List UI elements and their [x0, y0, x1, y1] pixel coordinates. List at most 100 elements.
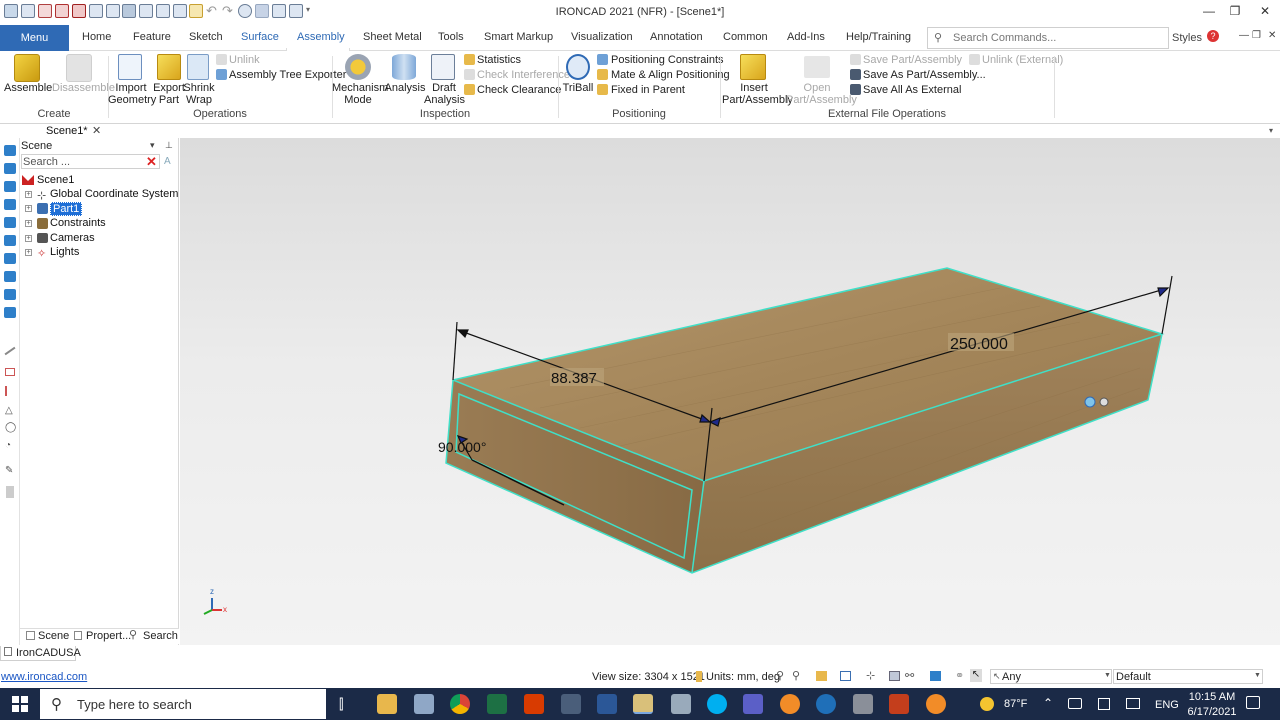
display-icon[interactable]: [1126, 698, 1140, 709]
office-icon[interactable]: [524, 694, 544, 714]
tab-smart-markup[interactable]: Smart Markup: [484, 31, 553, 43]
mechanism-mode-button[interactable]: Mechanism Mode: [332, 82, 388, 106]
selection-filter-dropdown[interactable]: ↖ Any ▼: [990, 669, 1112, 684]
dimension-length-text[interactable]: 250.000: [950, 336, 1008, 353]
word-icon[interactable]: [597, 694, 617, 714]
cursor-mode-icon[interactable]: ↖: [970, 669, 982, 682]
render-mode-icon[interactable]: [840, 671, 851, 681]
tab-home[interactable]: Home: [82, 31, 111, 43]
check-clearance-button[interactable]: Check Clearance: [477, 84, 561, 96]
anchor-handle-icon[interactable]: [1099, 397, 1109, 407]
powerpoint-icon[interactable]: [889, 694, 909, 714]
save-all-as-external-button[interactable]: Save All As External: [863, 84, 961, 96]
mdi-restore-icon[interactable]: ❐: [1252, 30, 1261, 41]
app-orange-2-icon[interactable]: [926, 694, 946, 714]
view-top-icon[interactable]: [4, 217, 16, 228]
network-icon[interactable]: [1098, 698, 1110, 710]
style-dropdown[interactable]: Default ▼: [1113, 669, 1263, 684]
unlink-button[interactable]: Unlink: [229, 54, 260, 66]
app-orange-icon[interactable]: [780, 694, 800, 714]
zoom-icon[interactable]: ⚲: [776, 669, 784, 682]
view-trimetric-icon[interactable]: [4, 289, 16, 300]
file-explorer-icon[interactable]: [377, 694, 397, 714]
triangle-tool-icon[interactable]: △: [5, 405, 13, 416]
insert-part-assembly-button[interactable]: Insert Part/Assembly: [722, 82, 793, 106]
disassemble-button[interactable]: Disassemble: [52, 82, 115, 94]
scene-search-input[interactable]: Search ...: [21, 154, 160, 169]
select-filter-icon[interactable]: [889, 671, 900, 681]
doc-tab-close-icon[interactable]: ✕: [92, 124, 101, 137]
bottom-tab-scene[interactable]: Scene: [38, 630, 69, 642]
triball-button[interactable]: TriBall: [560, 82, 596, 94]
circle-tool-icon[interactable]: ◯: [5, 422, 16, 433]
excel-icon[interactable]: [487, 694, 507, 714]
pen-app-icon[interactable]: [414, 694, 434, 714]
tab-assembly[interactable]: Assembly: [297, 31, 345, 43]
pan-icon[interactable]: [816, 671, 827, 681]
visibility-icon[interactable]: ⚯: [905, 669, 914, 682]
chrome-icon[interactable]: [450, 694, 470, 714]
doc-tab-scene1[interactable]: Scene1*: [46, 125, 88, 137]
check-interference-button[interactable]: Check Interference: [477, 69, 570, 81]
company-tab[interactable]: IronCADUSA: [0, 646, 81, 661]
device-icon[interactable]: [1068, 698, 1082, 709]
tree-item-lights[interactable]: Lights: [50, 246, 79, 258]
tab-visualization[interactable]: Visualization: [571, 31, 633, 43]
weather-icon[interactable]: [980, 697, 994, 711]
pen-tool-icon[interactable]: ✎: [5, 465, 13, 476]
expand-toggle[interactable]: +: [25, 249, 32, 256]
view-bottom-icon[interactable]: [4, 235, 16, 246]
export-part-button[interactable]: Export Part: [152, 82, 186, 106]
rect-tool-icon[interactable]: [5, 368, 15, 376]
pin-icon[interactable]: ⊥: [165, 140, 173, 151]
fixed-in-parent-button[interactable]: Fixed in Parent: [611, 84, 685, 96]
tree-item-cameras[interactable]: Cameras: [50, 232, 95, 244]
tab-sheet-metal[interactable]: Sheet Metal: [363, 31, 422, 43]
scene-panel-dropdown-icon[interactable]: ▾: [150, 140, 155, 151]
unlink-external-button[interactable]: Unlink (External): [982, 54, 1063, 66]
view-front-icon[interactable]: [4, 145, 16, 156]
3d-viewport[interactable]: 250.000 88.387 90.000° z x: [180, 138, 1280, 645]
tree-item-constraints[interactable]: Constraints: [50, 217, 106, 229]
tray-chevron-icon[interactable]: ⌃: [1043, 696, 1053, 710]
scene-canvas[interactable]: 250.000 88.387 90.000° z x: [180, 138, 1280, 645]
view-custom-icon[interactable]: [4, 307, 16, 318]
close-icon[interactable]: ✕: [1256, 3, 1274, 19]
website-link[interactable]: www.ironcad.com: [1, 671, 87, 683]
tab-annotation[interactable]: Annotation: [650, 31, 703, 43]
units-readout[interactable]: Units: mm, deg: [706, 671, 780, 683]
clear-search-icon[interactable]: ✕: [146, 155, 158, 168]
view-back-icon[interactable]: [4, 163, 16, 174]
zoom-window-icon[interactable]: ⚲: [792, 669, 800, 682]
draft-analysis-button[interactable]: Draft Analysis: [424, 82, 465, 106]
notifications-icon[interactable]: [1246, 696, 1260, 709]
tab-sketch[interactable]: Sketch: [189, 31, 223, 43]
arc-tool-icon[interactable]: ◔: [5, 440, 11, 451]
shrink-wrap-button[interactable]: Shrink Wrap: [182, 82, 216, 106]
tree-item-part1[interactable]: Part1: [50, 202, 83, 216]
ironcad-icon[interactable]: [633, 694, 653, 714]
link-icon[interactable]: ⚭: [955, 669, 964, 682]
help-icon[interactable]: ?: [1207, 30, 1219, 42]
snap-icon[interactable]: ⊹: [866, 669, 875, 682]
taskbar-search-box[interactable]: ⚲ Type here to search: [40, 689, 326, 719]
skype-icon[interactable]: [707, 694, 727, 714]
view-dimetric-icon[interactable]: [4, 271, 16, 282]
scroll-handle[interactable]: [6, 486, 14, 498]
printer-icon[interactable]: [853, 694, 873, 714]
temperature[interactable]: 87°F: [1004, 698, 1027, 710]
mdi-minimize-icon[interactable]: —: [1239, 30, 1249, 41]
tree-item-global-coordinate-system[interactable]: Global Coordinate System: [50, 188, 178, 200]
tree-item-scene1[interactable]: Scene1: [37, 174, 74, 186]
ribbon-collapse-icon[interactable]: ▾: [1269, 126, 1273, 135]
mate-align-positioning-button[interactable]: Mate & Align Positioning: [611, 69, 730, 81]
windows-start-icon[interactable]: [12, 696, 28, 712]
save-part-assembly-button[interactable]: Save Part/Assembly: [863, 54, 962, 66]
bottom-tab-properties[interactable]: Propert...: [86, 630, 131, 642]
view-iso-icon[interactable]: [4, 253, 16, 264]
expand-toggle[interactable]: +: [25, 235, 32, 242]
open-part-assembly-button[interactable]: Open Part/Assembly: [786, 82, 857, 106]
vpn-icon[interactable]: [561, 694, 581, 714]
teams-icon[interactable]: [743, 694, 763, 714]
remote-desktop-icon[interactable]: [816, 694, 836, 714]
